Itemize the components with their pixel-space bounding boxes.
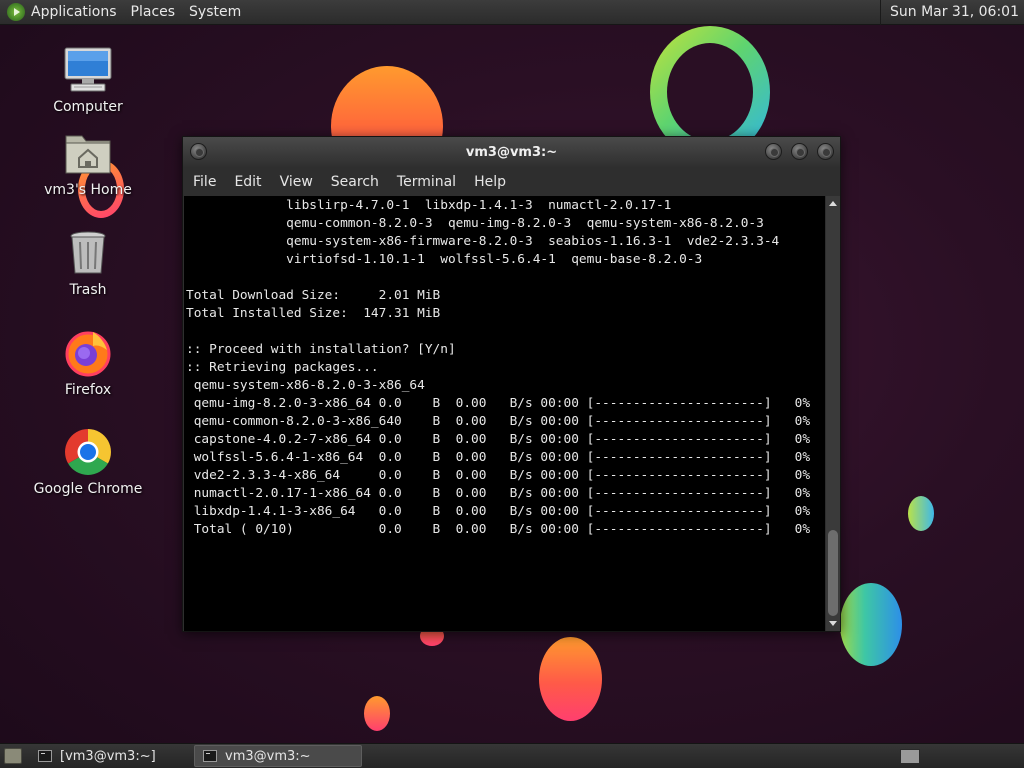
terminal-line: :: Retrieving packages...: [186, 360, 379, 375]
terminal-line: Total ( 0/10) 0.0 B 0.00 B/s 00:00 [----…: [186, 522, 811, 537]
terminal-line: qemu-system-x86-8.2.0-3-x86_64: [186, 378, 425, 393]
terminal-line: libslirp-4.7.0-1 libxdp-1.4.1-3 numactl-…: [186, 198, 672, 213]
desktop-icon-home[interactable]: vm3's Home: [33, 128, 143, 198]
desktop-icon-trash[interactable]: Trash: [33, 228, 143, 298]
wallpaper-small-oval: [364, 696, 390, 731]
maximize-button[interactable]: [791, 143, 808, 160]
scroll-down-arrow-icon[interactable]: [829, 621, 837, 626]
clock[interactable]: Sun Mar 31, 06:01: [881, 4, 1024, 20]
close-button[interactable]: [817, 143, 834, 160]
desktop-icon-label: Computer: [53, 99, 123, 115]
terminal-line: qemu-system-x86-firmware-8.2.0-3 seabios…: [186, 234, 780, 249]
terminal-line: Total Installed Size: 147.31 MiB: [186, 306, 441, 321]
wallpaper-blue-blob: [840, 583, 902, 666]
terminal-line: libxdp-1.4.1-3-x86_64 0.0 B 0.00 B/s 00:…: [186, 504, 811, 519]
minimize-button[interactable]: [765, 143, 782, 160]
desktop-icon-chrome[interactable]: Google Chrome: [33, 427, 143, 497]
desktop-icon-firefox[interactable]: Firefox: [33, 328, 143, 398]
firefox-icon: [63, 328, 113, 378]
terminal-line: qemu-img-8.2.0-3-x86_64 0.0 B 0.00 B/s 0…: [186, 396, 811, 411]
terminal-line: :: Proceed with installation? [Y/n]: [186, 342, 456, 357]
applications-menu[interactable]: Applications: [31, 4, 117, 20]
scroll-up-arrow-icon[interactable]: [829, 201, 837, 206]
menu-terminal[interactable]: Terminal: [397, 174, 456, 190]
taskbar-item-label: [vm3@vm3:~]: [60, 748, 156, 764]
taskbar-item-terminal-2[interactable]: vm3@vm3:~: [194, 745, 362, 767]
wallpaper-orange-oval: [539, 637, 602, 721]
wallpaper-small-blob: [908, 496, 934, 531]
desktop-icon-computer[interactable]: Computer: [33, 45, 143, 115]
terminal-line: qemu-common-8.2.0-3 qemu-img-8.2.0-3 qem…: [186, 216, 764, 231]
window-title: vm3@vm3:~: [465, 144, 558, 160]
desktop-icon-label: Google Chrome: [33, 481, 143, 497]
menu-logo-icon[interactable]: [7, 3, 25, 21]
terminal-line: qemu-common-8.2.0-3-x86_640 B 0.00 B/s 0…: [186, 414, 811, 429]
menu-edit[interactable]: Edit: [234, 174, 261, 190]
places-menu[interactable]: Places: [131, 4, 176, 20]
trash-icon: [63, 228, 113, 278]
system-menu[interactable]: System: [189, 4, 241, 20]
terminal-output[interactable]: libslirp-4.7.0-1 libxdp-1.4.1-3 numactl-…: [184, 196, 825, 631]
terminal-menubar: File Edit View Search Terminal Help: [183, 167, 840, 196]
bottom-panel: [vm3@vm3:~] vm3@vm3:~: [0, 743, 1024, 768]
chrome-icon: [63, 427, 113, 477]
menu-view[interactable]: View: [280, 174, 313, 190]
terminal-icon: [38, 750, 52, 762]
terminal-scrollbar[interactable]: [826, 196, 840, 631]
taskbar-item-terminal-1[interactable]: [vm3@vm3:~]: [30, 745, 190, 767]
window-menu-button[interactable]: [190, 143, 207, 160]
terminal-line: Total Download Size: 2.01 MiB: [186, 288, 441, 303]
menu-search[interactable]: Search: [331, 174, 379, 190]
terminal-line: vde2-2.3.3-4-x86_64 0.0 B 0.00 B/s 00:00…: [186, 468, 811, 483]
terminal-icon: [203, 750, 217, 762]
desktop-icon-label: vm3's Home: [44, 182, 132, 198]
computer-icon: [63, 45, 113, 95]
terminal-titlebar[interactable]: vm3@vm3:~: [183, 137, 840, 167]
taskbar-item-label: vm3@vm3:~: [225, 748, 311, 764]
desktop-icon-label: Trash: [69, 282, 107, 298]
terminal-line: virtiofsd-1.10.1-1 wolfssl-5.6.4-1 qemu-…: [186, 252, 703, 267]
terminal-window[interactable]: vm3@vm3:~ File Edit View Search Terminal…: [182, 136, 841, 632]
terminal-text: libslirp-4.7.0-1 libxdp-1.4.1-3 numactl-…: [184, 196, 825, 539]
terminal-line: wolfssl-5.6.4-1-x86_64 0.0 B 0.00 B/s 00…: [186, 450, 811, 465]
menu-help[interactable]: Help: [474, 174, 506, 190]
show-desktop-icon[interactable]: [4, 748, 22, 764]
menu-file[interactable]: File: [193, 174, 216, 190]
desktop-icon-label: Firefox: [64, 382, 112, 398]
terminal-line: capstone-4.0.2-7-x86_64 0.0 B 0.00 B/s 0…: [186, 432, 811, 447]
workspace-switcher[interactable]: [900, 748, 920, 764]
scrollbar-thumb[interactable]: [828, 530, 838, 616]
home-folder-icon: [63, 128, 113, 178]
top-panel: Applications Places System Sun Mar 31, 0…: [0, 0, 1024, 25]
terminal-line: numactl-2.0.17-1-x86_64 0.0 B 0.00 B/s 0…: [186, 486, 811, 501]
